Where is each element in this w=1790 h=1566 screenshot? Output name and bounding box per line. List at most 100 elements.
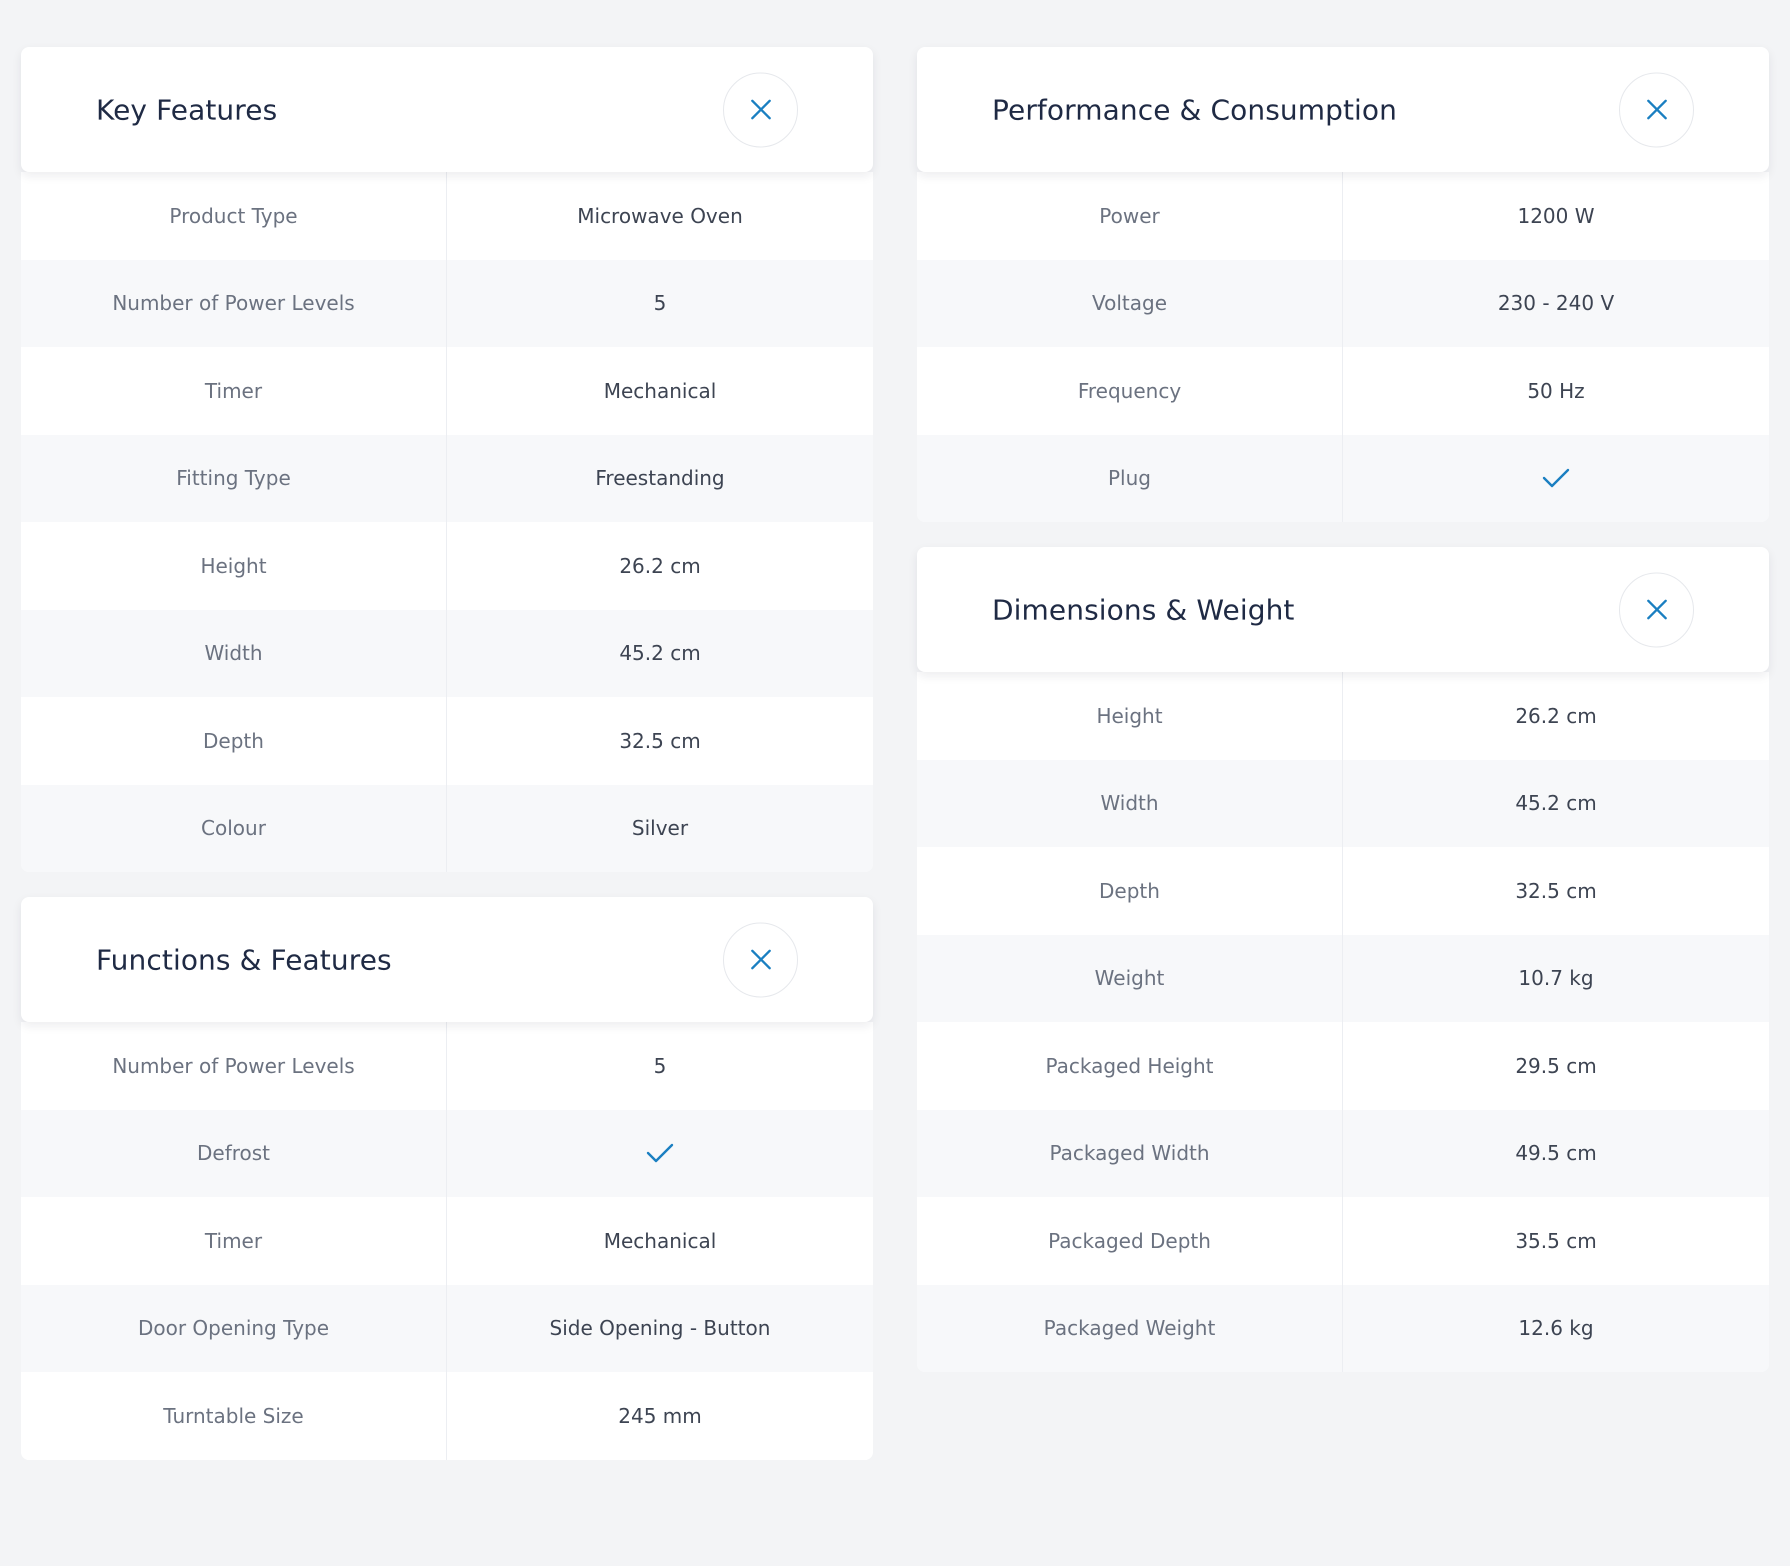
spec-value: 230 - 240 V bbox=[1497, 291, 1615, 316]
table-row: Timer Mechanical bbox=[21, 1197, 873, 1285]
table-row: Height 26.2 cm bbox=[917, 672, 1769, 760]
spec-table: Height 26.2 cm Width 45.2 cm Depth 32.5 cm … bbox=[917, 672, 1769, 1372]
table-row: Packaged Depth 35.5 cm bbox=[917, 1197, 1769, 1285]
table-row: Turntable Size 245 mm bbox=[21, 1372, 873, 1460]
spec-label: Power bbox=[917, 172, 1343, 260]
spec-value: 5 bbox=[653, 291, 667, 316]
spec-label: Packaged Depth bbox=[917, 1197, 1343, 1285]
table-row: Packaged Weight 12.6 kg bbox=[917, 1284, 1769, 1372]
panel-header: Dimensions & Weight bbox=[917, 547, 1769, 672]
checkmark-icon bbox=[1542, 469, 1570, 488]
spec-label: Depth bbox=[21, 697, 447, 785]
spec-label: Number of Power Levels bbox=[21, 1022, 447, 1110]
spec-label: Weight bbox=[917, 934, 1343, 1022]
performance-panel: Performance & Consumption Power 1200 W Vo… bbox=[917, 47, 1769, 522]
spec-label: Depth bbox=[917, 847, 1343, 935]
spec-label: Packaged Weight bbox=[917, 1284, 1343, 1372]
right-column: Performance & Consumption Power 1200 W Vo… bbox=[917, 47, 1769, 1397]
spec-label: Colour bbox=[21, 784, 447, 872]
close-button[interactable] bbox=[1619, 572, 1694, 647]
spec-value: 26.2 cm bbox=[1515, 703, 1597, 728]
spec-value bbox=[1343, 435, 1769, 523]
close-x-icon bbox=[750, 949, 771, 970]
spec-value: Side Opening - Button bbox=[549, 1316, 771, 1341]
key-features-panel: Key Features Product Type Microwave Oven … bbox=[21, 47, 873, 872]
spec-value: 12.6 kg bbox=[1518, 1316, 1594, 1341]
spec-value: 45.2 cm bbox=[1515, 791, 1597, 816]
table-row: Frequency 50 Hz bbox=[917, 347, 1769, 435]
spec-value: 49.5 cm bbox=[1515, 1141, 1597, 1166]
spec-label: Product Type bbox=[21, 172, 447, 260]
table-row: Packaged Width 49.5 cm bbox=[917, 1109, 1769, 1197]
table-row: Packaged Height 29.5 cm bbox=[917, 1022, 1769, 1110]
spec-label: Turntable Size bbox=[21, 1372, 447, 1460]
panel-title: Key Features bbox=[96, 93, 278, 126]
left-column: Key Features Product Type Microwave Oven … bbox=[21, 47, 873, 1485]
close-button[interactable] bbox=[723, 922, 798, 997]
spec-label: Fitting Type bbox=[21, 434, 447, 522]
table-row: Door Opening Type Side Opening - Button bbox=[21, 1284, 873, 1372]
functions-features-panel: Functions & Features Number of Power Lev… bbox=[21, 897, 873, 1460]
spec-label: Plug bbox=[917, 434, 1343, 522]
table-row: Product Type Microwave Oven bbox=[21, 172, 873, 260]
spec-table: Product Type Microwave Oven Number of Pow… bbox=[21, 172, 873, 872]
spec-label: Timer bbox=[21, 347, 447, 435]
spec-value: Microwave Oven bbox=[577, 203, 743, 228]
spec-table: Power 1200 W Voltage 230 - 240 V Frequency… bbox=[917, 172, 1769, 522]
table-row: Timer Mechanical bbox=[21, 347, 873, 435]
spec-value: 5 bbox=[653, 1053, 667, 1078]
spec-label: Door Opening Type bbox=[21, 1284, 447, 1372]
table-row: Weight 10.7 kg bbox=[917, 934, 1769, 1022]
spec-value: 32.5 cm bbox=[619, 728, 701, 753]
spec-label: Width bbox=[917, 759, 1343, 847]
spec-value: 245 mm bbox=[618, 1403, 702, 1428]
dimensions-panel: Dimensions & Weight Height 26.2 cm Width 4… bbox=[917, 547, 1769, 1372]
close-button[interactable] bbox=[723, 72, 798, 147]
spec-label: Frequency bbox=[917, 347, 1343, 435]
panel-header: Key Features bbox=[21, 47, 873, 172]
panel-title: Functions & Features bbox=[96, 943, 392, 976]
table-row: Width 45.2 cm bbox=[21, 609, 873, 697]
spec-label: Number of Power Levels bbox=[21, 259, 447, 347]
panel-title: Performance & Consumption bbox=[992, 93, 1398, 126]
table-row: Depth 32.5 cm bbox=[917, 847, 1769, 935]
table-row: Width 45.2 cm bbox=[917, 759, 1769, 847]
spec-value: 1200 W bbox=[1517, 203, 1595, 228]
table-row: Power 1200 W bbox=[917, 172, 1769, 260]
spec-value: 29.5 cm bbox=[1515, 1053, 1597, 1078]
checkmark-icon bbox=[646, 1144, 674, 1163]
table-row: Height 26.2 cm bbox=[21, 522, 873, 610]
table-row: Plug bbox=[917, 434, 1769, 523]
spec-table: Number of Power Levels 5 Defrost Timer Mec… bbox=[21, 1022, 873, 1460]
spec-value: 32.5 cm bbox=[1515, 878, 1597, 903]
close-x-icon bbox=[1646, 599, 1667, 620]
spec-label: Voltage bbox=[917, 259, 1343, 347]
spec-label: Defrost bbox=[21, 1109, 447, 1197]
close-button[interactable] bbox=[1619, 72, 1694, 147]
spec-value bbox=[447, 1110, 873, 1198]
table-row: Number of Power Levels 5 bbox=[21, 259, 873, 347]
spec-value: Mechanical bbox=[603, 378, 717, 403]
spec-label: Packaged Width bbox=[917, 1109, 1343, 1197]
table-row: Colour Silver bbox=[21, 784, 873, 872]
spec-label: Width bbox=[21, 609, 447, 697]
spec-value: 26.2 cm bbox=[619, 553, 701, 578]
spec-label: Timer bbox=[21, 1197, 447, 1285]
table-row: Depth 32.5 cm bbox=[21, 697, 873, 785]
close-x-icon bbox=[750, 99, 771, 120]
panel-header: Performance & Consumption bbox=[917, 47, 1769, 172]
table-row: Defrost bbox=[21, 1109, 873, 1198]
spec-value: 45.2 cm bbox=[619, 641, 701, 666]
panel-title: Dimensions & Weight bbox=[992, 593, 1295, 626]
spec-value: Mechanical bbox=[603, 1228, 717, 1253]
spec-label: Packaged Height bbox=[917, 1022, 1343, 1110]
table-row: Number of Power Levels 5 bbox=[21, 1022, 873, 1110]
spec-value: 10.7 kg bbox=[1518, 966, 1594, 991]
close-x-icon bbox=[1646, 99, 1667, 120]
spec-value: Silver bbox=[631, 816, 689, 841]
table-row: Fitting Type Freestanding bbox=[21, 434, 873, 522]
spec-label: Height bbox=[917, 672, 1343, 760]
table-row: Voltage 230 - 240 V bbox=[917, 259, 1769, 347]
spec-value: 50 Hz bbox=[1527, 378, 1585, 403]
spec-value: 35.5 cm bbox=[1515, 1228, 1597, 1253]
